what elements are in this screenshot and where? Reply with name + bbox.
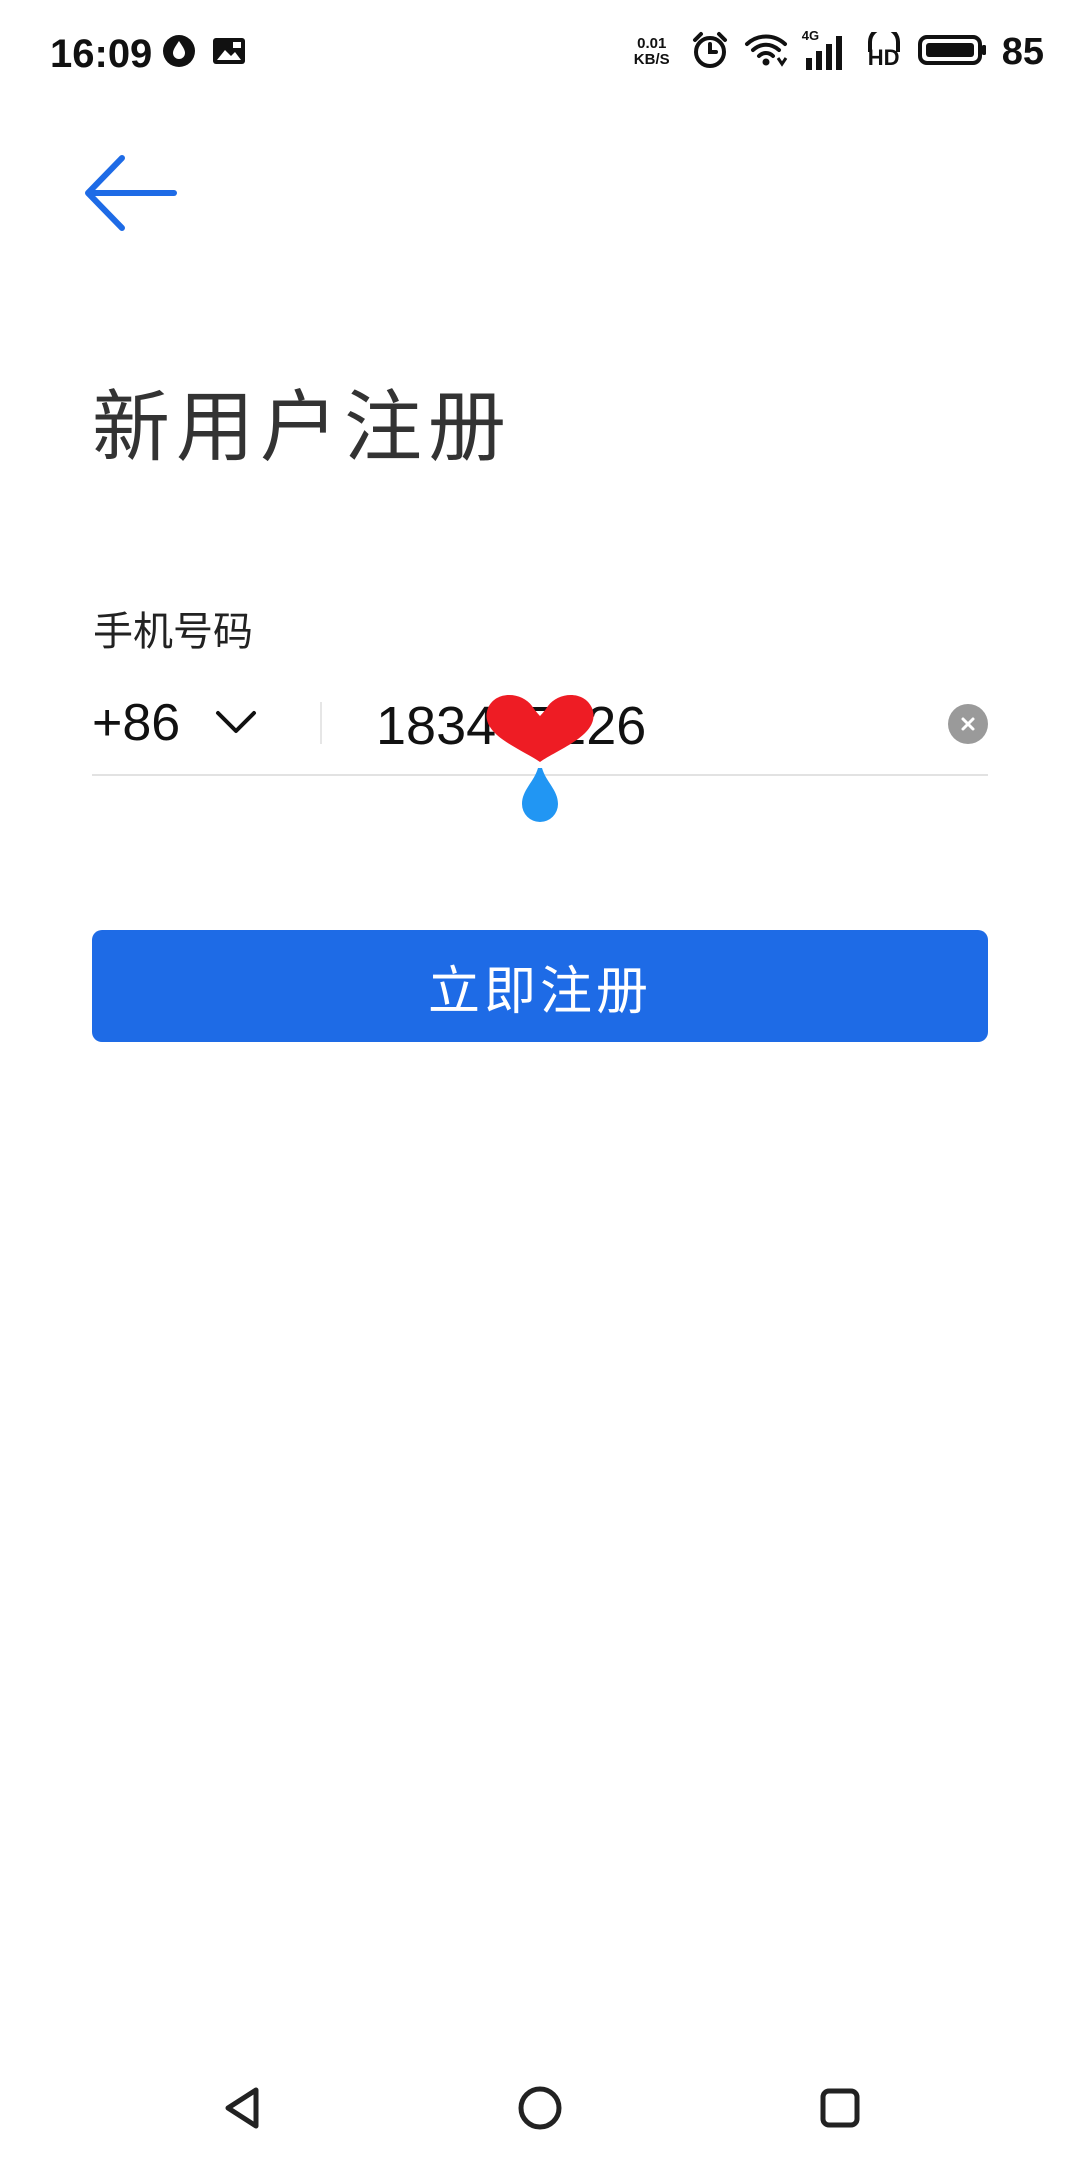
hd-label: HD: [867, 45, 900, 70]
status-time: 16:09: [50, 32, 153, 76]
navigation-bar: [0, 2060, 1080, 2160]
status-bar: 16:09 0.01 KB/S 4G HD 85: [0, 0, 1080, 110]
nav-home-button[interactable]: [500, 2070, 580, 2150]
phone-number-input[interactable]: [376, 690, 896, 762]
network-speed-value: 0.01: [637, 35, 667, 52]
image-notification-icon: [212, 35, 246, 71]
drop-notification-icon: [162, 34, 196, 72]
status-system-icons: 0.01 KB/S 4G HD 85: [628, 26, 1044, 78]
battery-level: 85: [1001, 31, 1044, 73]
network-speed-unit: KB/S: [633, 51, 670, 68]
clear-icon[interactable]: [948, 704, 988, 744]
battery-icon: [917, 34, 988, 70]
alarm-icon: [690, 30, 730, 74]
nav-home-icon: [516, 2084, 564, 2136]
network-speed: 0.01 KB/S: [628, 36, 676, 68]
page-title: 新用户注册: [92, 383, 513, 473]
wifi-icon: [744, 32, 788, 72]
register-button[interactable]: 立即注册: [92, 930, 988, 1042]
chevron-down-icon: [214, 709, 258, 737]
arrow-left-icon: [80, 148, 180, 242]
nav-recents-button[interactable]: [800, 2070, 880, 2150]
cellular-signal-icon: 4G: [802, 28, 850, 72]
field-divider: [320, 702, 322, 744]
status-notification-icons: [162, 34, 246, 72]
country-code-selector[interactable]: +86: [92, 688, 258, 758]
phone-field: +86: [92, 680, 988, 776]
hd-voice-icon: HD: [864, 32, 904, 72]
nav-back-icon: [220, 2084, 264, 2136]
drop-sticker-icon: [522, 768, 558, 822]
nav-recents-icon: [818, 2086, 862, 2134]
country-code-value: +86: [92, 694, 181, 752]
back-button[interactable]: [80, 140, 200, 250]
nav-back-button[interactable]: [202, 2070, 282, 2150]
phone-field-label: 手机号码: [93, 609, 253, 655]
